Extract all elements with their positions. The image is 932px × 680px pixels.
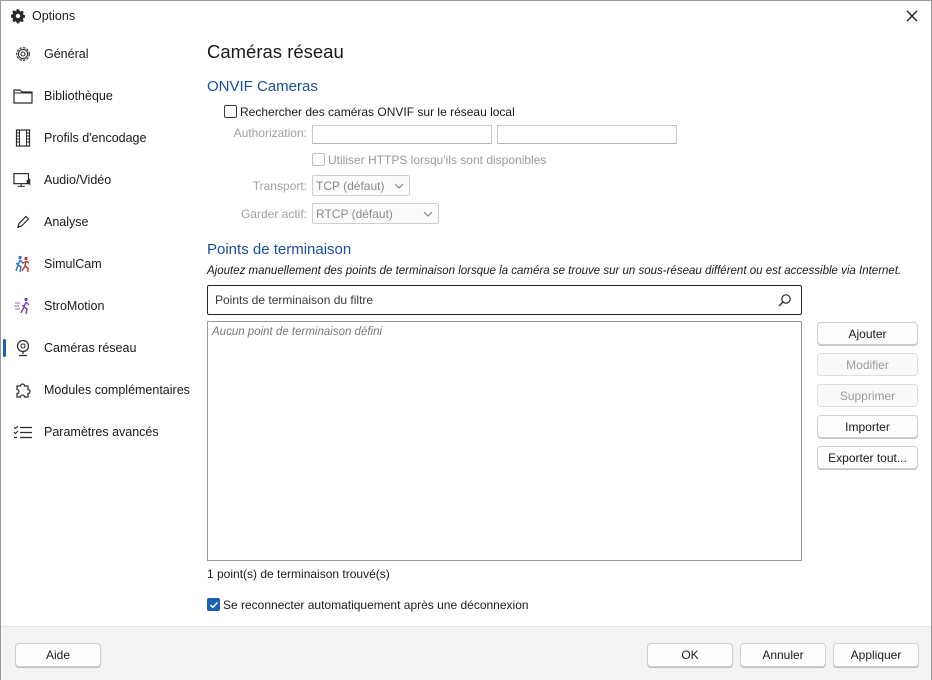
https-label: Utiliser HTTPS lorsqu'ils sont disponibl… <box>328 153 547 167</box>
export-all-button[interactable]: Exporter tout... <box>817 446 918 469</box>
import-button[interactable]: Importer <box>817 415 918 438</box>
sidebar-item-label: Audio/Vidéo <box>44 173 112 187</box>
film-icon <box>13 128 33 148</box>
https-checkbox[interactable] <box>312 153 325 166</box>
sidebar-item-label: Caméras réseau <box>44 341 137 355</box>
sidebar-item-label: Bibliothèque <box>44 89 113 103</box>
keepalive-value: RTCP (défaut) <box>316 207 393 221</box>
transport-select[interactable]: TCP (défaut) <box>312 175 410 196</box>
chevron-down-icon <box>394 183 404 189</box>
sidebar-item-label: Analyse <box>44 215 89 229</box>
sidebar: Général Bibliothèque Profils d'encodage … <box>1 33 196 453</box>
checklist-icon <box>13 422 33 442</box>
sidebar-item-label: SimulCam <box>44 257 102 271</box>
sidebar-item-analysis[interactable]: Analyse <box>1 201 196 243</box>
monitor-audio-icon <box>13 170 33 190</box>
gear-icon <box>13 44 33 64</box>
transport-label: Transport: <box>252 179 307 193</box>
close-button[interactable] <box>899 5 925 27</box>
sidebar-item-plugins[interactable]: Modules complémentaires <box>1 369 196 411</box>
dialog-footer: Aide OK Annuler Appliquer <box>1 626 931 680</box>
help-button[interactable]: Aide <box>15 643 101 667</box>
auth-password-field[interactable] <box>497 125 677 144</box>
title-bar: Options <box>1 1 931 31</box>
sidebar-item-stromotion[interactable]: StroMotion <box>1 285 196 327</box>
empty-list-message: Aucun point de terminaison défini <box>212 326 383 338</box>
cancel-button[interactable]: Annuler <box>740 643 826 667</box>
sidebar-item-label: StroMotion <box>44 299 105 313</box>
keepalive-label: Garder actif: <box>240 207 307 221</box>
endpoints-description: Ajoutez manuellement des points de termi… <box>207 265 902 277</box>
ok-button[interactable]: OK <box>647 643 733 667</box>
sidebar-item-encoding-profiles[interactable]: Profils d'encodage <box>1 117 196 159</box>
filter-placeholder: Points de terminaison du filtre <box>215 293 374 307</box>
sidebar-item-label: Profils d'encodage <box>44 131 147 145</box>
auto-reconnect-checkbox[interactable] <box>207 598 220 611</box>
search-local-checkbox[interactable] <box>224 105 237 118</box>
page-title: Caméras réseau <box>207 41 344 62</box>
sidebar-item-general[interactable]: Général <box>1 33 196 75</box>
folder-icon <box>13 86 33 106</box>
close-icon <box>906 10 918 22</box>
sidebar-item-label: Modules complémentaires <box>44 383 190 397</box>
modify-endpoint-button[interactable]: Modifier <box>817 353 918 376</box>
delete-endpoint-button[interactable]: Supprimer <box>817 384 918 407</box>
sidebar-item-simulcam[interactable]: SimulCam <box>1 243 196 285</box>
apply-button[interactable]: Appliquer <box>833 643 919 667</box>
authorization-label: Authorization: <box>233 126 307 140</box>
window-title: Options <box>32 9 76 23</box>
sidebar-item-network-cameras[interactable]: Caméras réseau <box>1 327 196 369</box>
search-local-label: Rechercher des caméras ONVIF sur le rése… <box>240 105 515 119</box>
endpoints-heading: Points de terminaison <box>207 241 352 258</box>
motion-runner-icon <box>13 296 33 316</box>
sidebar-item-audio-video[interactable]: Audio/Vidéo <box>1 159 196 201</box>
webcam-icon <box>13 338 33 358</box>
sidebar-item-advanced[interactable]: Paramètres avancés <box>1 411 196 453</box>
active-indicator <box>3 339 6 357</box>
sidebar-item-label: Général <box>44 47 89 61</box>
auto-reconnect-label: Se reconnecter automatiquement après une… <box>223 598 529 612</box>
endpoint-count: 1 point(s) de terminaison trouvé(s) <box>207 567 390 581</box>
sidebar-item-label: Paramètres avancés <box>44 425 159 439</box>
onvif-heading: ONVIF Cameras <box>207 78 318 95</box>
search-icon[interactable] <box>778 293 792 307</box>
auth-username-field[interactable] <box>312 125 492 144</box>
transport-value: TCP (défaut) <box>316 179 385 193</box>
checkmark-icon <box>209 601 218 608</box>
pen-icon <box>13 212 33 232</box>
runners-icon <box>13 254 33 274</box>
sidebar-item-library[interactable]: Bibliothèque <box>1 75 196 117</box>
endpoints-list[interactable]: Aucun point de terminaison défini <box>207 321 802 561</box>
chevron-down-icon <box>423 211 433 217</box>
gear-icon <box>10 8 26 24</box>
options-dialog: Options Général Bibliothèque Profils d'e… <box>0 0 932 680</box>
add-endpoint-button[interactable]: Ajouter <box>817 322 918 345</box>
keepalive-select[interactable]: RTCP (défaut) <box>312 203 439 224</box>
puzzle-icon <box>13 380 33 400</box>
endpoint-filter-input[interactable]: Points de terminaison du filtre <box>207 285 802 315</box>
